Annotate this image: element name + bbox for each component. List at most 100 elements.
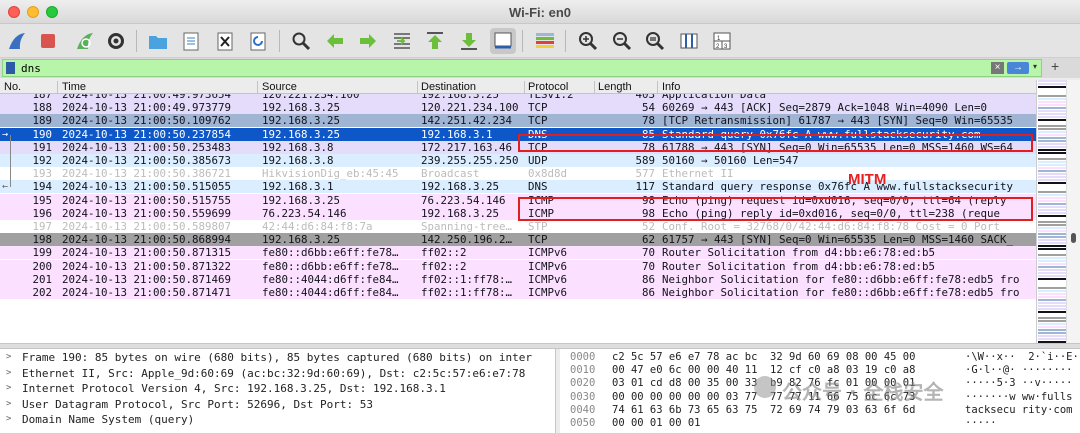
table-row[interactable]: 200 2024-10-13 21:00:50.871322 fe80::d6bb:… <box>0 259 1036 273</box>
cell-destination: ff02::1:ff78:… <box>421 272 513 286</box>
colorize-icon[interactable] <box>532 28 558 54</box>
bookmark-icon[interactable] <box>6 62 15 74</box>
layout-icon[interactable]: 123 <box>709 28 735 54</box>
detail-tree-item[interactable]: > User Datagram Protocol, Src Port: 52696… <box>0 397 555 412</box>
hex-row[interactable]: 0040 74 61 63 6b 73 65 63 75 72 69 74 79 … <box>560 404 1080 417</box>
table-row[interactable]: 201 2024-10-13 21:00:50.871469 fe80::4044:… <box>0 272 1036 286</box>
zoom-in-icon[interactable] <box>575 28 601 54</box>
minimap-stripe <box>1038 236 1066 238</box>
display-filter-text[interactable]: dns <box>21 62 41 75</box>
hex-ascii: tacksecu rity·com <box>965 403 1073 416</box>
minimap-stripe <box>1038 173 1066 175</box>
back-arrow-icon[interactable] <box>322 28 348 54</box>
cell-destination: ff02::2 <box>421 259 467 273</box>
last-packet-icon[interactable] <box>456 28 482 54</box>
cell-no: 189 <box>32 114 52 128</box>
packet-details-pane[interactable]: > Frame 190: 85 bytes on wire (680 bits),… <box>0 349 556 433</box>
zoom-out-icon[interactable] <box>609 28 635 54</box>
gear-icon[interactable] <box>103 28 129 54</box>
column-header-length[interactable]: Length <box>598 81 632 93</box>
table-row[interactable]: 188 2024-10-13 21:00:49.973779 192.168.3.2… <box>0 101 1036 115</box>
expand-chevron-icon[interactable]: > <box>6 366 11 381</box>
close-file-icon[interactable] <box>212 28 238 54</box>
column-header-source[interactable]: Source <box>262 81 297 93</box>
cell-no: 196 <box>32 206 52 220</box>
cell-no: 187 <box>32 94 52 101</box>
folder-icon[interactable] <box>145 28 171 54</box>
cell-no: 198 <box>32 233 52 247</box>
scrollbar-thumb[interactable] <box>1071 233 1076 243</box>
forward-arrow-icon[interactable] <box>355 28 381 54</box>
add-filter-button-icon[interactable]: + <box>1051 58 1059 74</box>
minimap-stripe <box>1038 326 1066 328</box>
column-header-destination[interactable]: Destination <box>421 81 476 93</box>
cell-source: 192.168.3.25 <box>262 127 341 141</box>
watermark: 公众号 · 全栈安全 <box>754 374 984 404</box>
wechat-logo-icon <box>754 376 776 398</box>
minimap-stripe <box>1038 233 1066 235</box>
search-icon[interactable] <box>288 28 314 54</box>
cell-no: 188 <box>32 101 52 115</box>
column-header-time[interactable]: Time <box>62 81 86 93</box>
first-packet-icon[interactable] <box>422 28 448 54</box>
save-file-icon[interactable] <box>178 28 204 54</box>
table-row[interactable]: 192 2024-10-13 21:00:50.385673 192.168.3.8… <box>0 154 1036 167</box>
reload-icon[interactable] <box>245 28 271 54</box>
column-header-no[interactable]: No. <box>4 81 21 93</box>
cell-no: 195 <box>32 193 52 207</box>
minimap-stripe <box>1038 98 1066 100</box>
table-row[interactable]: 202 2024-10-13 21:00:50.871471 fe80::4044:… <box>0 286 1036 299</box>
detail-tree-item[interactable]: > Domain Name System (query) <box>0 412 555 427</box>
shark-fin-start-icon[interactable] <box>4 28 30 54</box>
minimap-stripe <box>1038 146 1066 148</box>
minimap-stripe <box>1038 224 1066 226</box>
resize-columns-icon[interactable] <box>676 28 702 54</box>
packet-list-scrollbar[interactable] <box>1066 80 1080 343</box>
column-header-protocol[interactable]: Protocol <box>528 81 568 93</box>
cell-protocol: TCP <box>528 114 548 128</box>
minimap-stripe <box>1038 251 1066 253</box>
table-row[interactable]: 197 2024-10-13 21:00:50.589807 42:44:d6:84… <box>0 220 1036 233</box>
table-row[interactable]: 187 2024-10-13 21:00:49.973654 120.221.234… <box>0 94 1036 101</box>
expand-chevron-icon[interactable]: > <box>6 397 11 412</box>
window-title: Wi-Fi: en0 <box>509 5 571 20</box>
table-row[interactable]: 199 2024-10-13 21:00:50.871315 fe80::d6bb:… <box>0 246 1036 260</box>
minimap-stripe <box>1038 170 1066 172</box>
cell-length: 78 <box>641 114 655 128</box>
stop-square-icon[interactable] <box>35 28 61 54</box>
detail-tree-item[interactable]: > Frame 190: 85 bytes on wire (680 bits),… <box>0 350 555 365</box>
cell-length: 70 <box>641 259 655 273</box>
cell-protocol: STP <box>528 220 548 233</box>
table-row[interactable]: 198 2024-10-13 21:00:50.868994 192.168.3.2… <box>0 233 1036 247</box>
minimap-stripe <box>1038 167 1066 169</box>
autoscroll-icon[interactable] <box>490 28 516 54</box>
minimap-stripe <box>1038 335 1066 337</box>
hex-row[interactable]: 0050 00 00 01 00 01 ····· <box>560 417 1080 430</box>
packet-minimap[interactable] <box>1036 80 1066 343</box>
minimap-stripe <box>1038 83 1066 85</box>
clear-filter-icon[interactable]: × <box>991 62 1004 74</box>
detail-tree-item[interactable]: > Internet Protocol Version 4, Src: 192.1… <box>0 381 555 396</box>
expand-chevron-icon[interactable]: > <box>6 381 11 396</box>
display-filter-input[interactable]: dns × → ▾ <box>2 59 1042 77</box>
minimap-stripe <box>1038 152 1066 154</box>
minimap-stripe <box>1038 119 1066 121</box>
table-row[interactable]: 189 2024-10-13 21:00:50.109762 192.168.3.2… <box>0 114 1036 128</box>
apply-filter-icon[interactable]: → <box>1007 62 1029 74</box>
minimap-stripe <box>1038 299 1066 301</box>
minimap-stripe <box>1038 215 1066 217</box>
hex-row[interactable]: 0000 c2 5c 57 e6 e7 78 ac bc 32 9d 60 69 … <box>560 351 1080 364</box>
filter-history-chevron-down-icon[interactable]: ▾ <box>1033 62 1042 71</box>
zoom-reset-icon[interactable] <box>642 28 668 54</box>
cell-no: 197 <box>32 220 52 233</box>
title-bar: Wi-Fi: en0 <box>0 0 1080 24</box>
restart-fin-icon[interactable] <box>72 28 98 54</box>
cell-destination: 142.250.196.2… <box>421 233 513 247</box>
column-header-info[interactable]: Info <box>662 81 680 93</box>
minimap-stripe <box>1038 113 1066 115</box>
detail-tree-item[interactable]: > Ethernet II, Src: Apple_9d:60:69 (ac:bc… <box>0 366 555 381</box>
cell-length: 403 <box>635 94 655 101</box>
expand-chevron-icon[interactable]: > <box>6 412 11 427</box>
expand-chevron-icon[interactable]: > <box>6 350 11 365</box>
go-to-packet-icon[interactable] <box>389 28 415 54</box>
